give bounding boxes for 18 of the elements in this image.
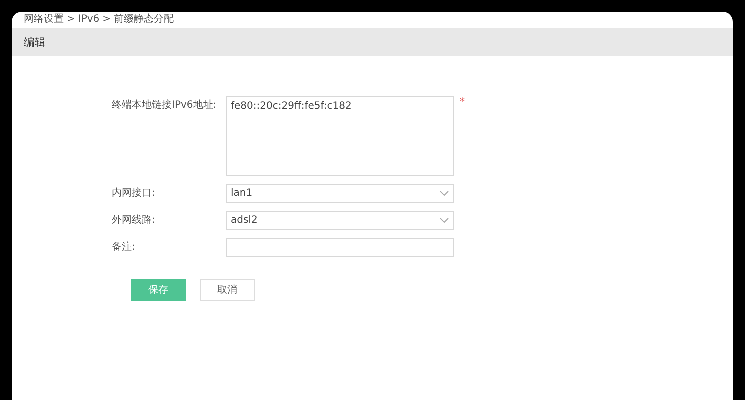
- dropdown[interactable]: lan1: [226, 184, 454, 203]
- note-field[interactable]: [226, 238, 454, 257]
- breadcrumb-item: 网络设置: [24, 13, 64, 27]
- cancel-button[interactable]: 取消: [200, 279, 255, 301]
- field-label: 内网接口:: [112, 186, 156, 201]
- dropdown[interactable]: adsl2: [226, 211, 454, 230]
- breadcrumb-item: IPv6: [78, 13, 100, 27]
- field-label: 备注:: [112, 240, 136, 255]
- breadcrumb-item: 前缀静态分配: [114, 13, 174, 27]
- header-title: 编辑: [24, 34, 46, 50]
- required-mark: *: [460, 96, 465, 110]
- breadcrumb-item: >: [102, 13, 112, 27]
- chevron-down-icon: [440, 191, 449, 196]
- field-label: 终端本地链接IPv6地址:: [112, 98, 218, 113]
- address-field[interactable]: fe80::20c:29ff:fe5f:c182: [226, 96, 454, 176]
- chevron-down-icon: [440, 218, 449, 223]
- field-label: 外网线路:: [112, 214, 156, 228]
- breadcrumb-item: >: [67, 13, 76, 27]
